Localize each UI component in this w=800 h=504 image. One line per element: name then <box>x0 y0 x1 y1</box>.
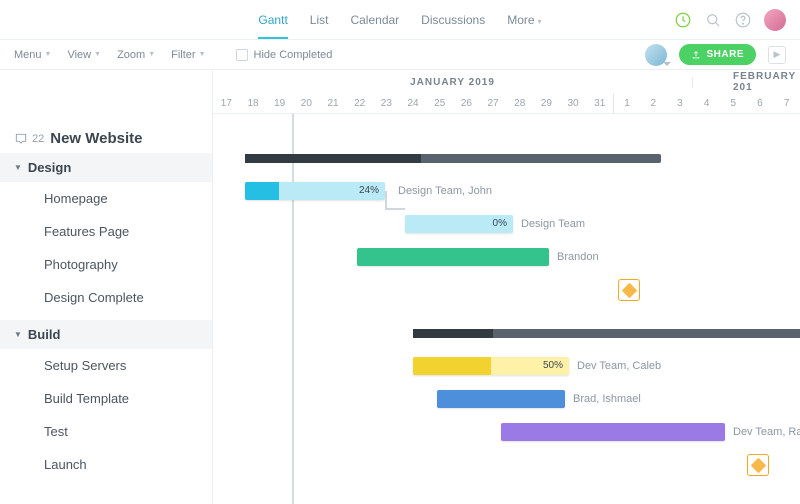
tab-more[interactable]: More <box>507 1 541 39</box>
day-cell: 21 <box>320 94 347 113</box>
milestone-launch[interactable] <box>213 449 800 482</box>
milestone-design-complete[interactable] <box>213 274 800 307</box>
task-row-homepage[interactable]: Homepage <box>0 182 212 215</box>
group-row-design[interactable]: ▼Design <box>0 153 212 182</box>
filter-button[interactable]: Filter▼ <box>171 49 205 61</box>
day-cell: 29 <box>533 94 560 113</box>
day-cell: 18 <box>240 94 267 113</box>
timeline-months: JANUARY 2019 FEBRUARY 201 <box>213 70 800 94</box>
help-icon[interactable] <box>734 11 752 29</box>
timeline-days: 1718192021222324252627282930311234567 <box>213 94 800 114</box>
bar-summary-design[interactable] <box>213 142 800 175</box>
gantt-chart[interactable]: JANUARY 2019 FEBRUARY 201 17181920212223… <box>213 70 800 504</box>
bar-test[interactable]: Dev Team, Ray, Kelsey <box>213 416 800 449</box>
task-row-setup-servers[interactable]: Setup Servers <box>0 349 212 382</box>
day-cell: 20 <box>293 94 320 113</box>
main-area: 22 New Website ▼Design Homepage Features… <box>0 70 800 504</box>
share-button[interactable]: SHARE <box>679 44 756 65</box>
search-icon[interactable] <box>704 11 722 29</box>
task-row-test[interactable]: Test <box>0 415 212 448</box>
day-cell: 31 <box>586 94 613 113</box>
task-sidebar: 22 New Website ▼Design Homepage Features… <box>0 70 213 504</box>
day-cell: 22 <box>346 94 373 113</box>
bar-summary-build[interactable] <box>213 317 800 350</box>
group-row-build[interactable]: ▼Build <box>0 320 212 349</box>
tab-calendar[interactable]: Calendar <box>350 1 399 39</box>
project-title: New Website <box>50 130 142 147</box>
day-cell: 7 <box>773 94 800 113</box>
day-cell: 19 <box>266 94 293 113</box>
day-cell: 2 <box>640 94 667 113</box>
task-row-features[interactable]: Features Page <box>0 215 212 248</box>
menu-button[interactable]: Menu▼ <box>14 49 51 61</box>
tab-discussions[interactable]: Discussions <box>421 1 485 39</box>
comments-count[interactable]: 22 <box>14 132 44 146</box>
bar-homepage[interactable]: 24% Design Team, John <box>213 175 800 208</box>
day-cell: 25 <box>426 94 453 113</box>
month-january: JANUARY 2019 <box>213 77 693 88</box>
task-row-design-complete[interactable]: Design Complete <box>0 281 212 314</box>
day-cell: 5 <box>720 94 747 113</box>
toolbar: Menu▼ View▼ Zoom▼ Filter▼ Hide Completed… <box>0 40 800 70</box>
tab-list[interactable]: List <box>310 1 329 39</box>
bar-features[interactable]: 0% Design Team <box>213 208 800 241</box>
top-nav-right <box>674 0 786 40</box>
day-cell: 6 <box>747 94 774 113</box>
view-button[interactable]: View▼ <box>67 49 101 61</box>
gantt-body: 24% Design Team, John 0% Design Team Bra… <box>213 114 800 482</box>
day-cell: 23 <box>373 94 400 113</box>
task-row-build-template[interactable]: Build Template <box>0 382 212 415</box>
user-avatar[interactable] <box>764 9 786 31</box>
day-cell: 17 <box>213 94 240 113</box>
bar-setup-servers[interactable]: 50% Dev Team, Caleb <box>213 350 800 383</box>
hide-completed-checkbox[interactable] <box>236 49 248 61</box>
month-february: FEBRUARY 201 <box>693 71 800 93</box>
day-cell: 4 <box>693 94 720 113</box>
day-cell: 1 <box>613 94 640 113</box>
top-nav: Gantt List Calendar Discussions More <box>0 0 800 40</box>
expand-icon[interactable]: ▶ <box>768 46 786 64</box>
day-cell: 30 <box>560 94 587 113</box>
task-row-photography[interactable]: Photography <box>0 248 212 281</box>
clock-icon[interactable] <box>674 11 692 29</box>
share-icon <box>691 50 701 60</box>
bar-photography[interactable]: Brandon <box>213 241 800 274</box>
day-cell: 3 <box>667 94 694 113</box>
project-owner-avatar[interactable] <box>645 44 667 66</box>
day-cell: 24 <box>400 94 427 113</box>
day-cell: 26 <box>453 94 480 113</box>
view-tabs: Gantt List Calendar Discussions More <box>258 1 541 39</box>
tab-gantt[interactable]: Gantt <box>258 1 287 39</box>
project-header: 22 New Website <box>0 124 212 153</box>
bar-build-template[interactable]: Brad, Ishmael <box>213 383 800 416</box>
zoom-button[interactable]: Zoom▼ <box>117 49 155 61</box>
hide-completed-label: Hide Completed <box>254 49 333 61</box>
day-cell: 27 <box>480 94 507 113</box>
day-cell: 28 <box>506 94 533 113</box>
task-row-launch[interactable]: Launch <box>0 448 212 481</box>
